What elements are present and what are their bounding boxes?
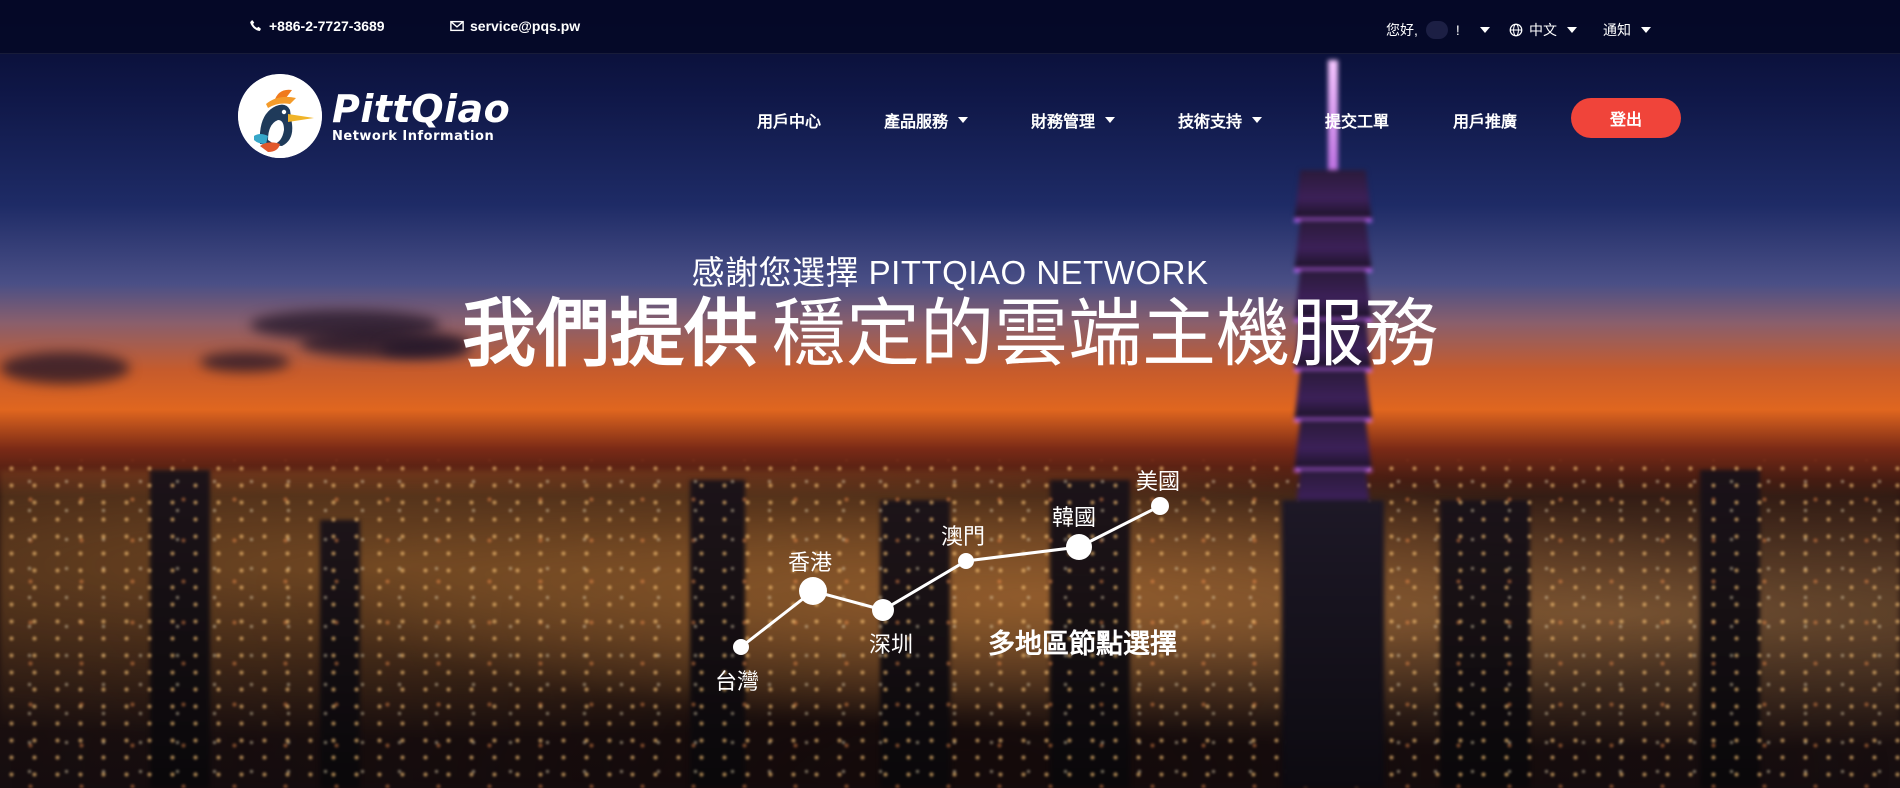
node-dot-macau <box>958 553 974 569</box>
node-label-hongkong: 香港 <box>788 550 833 575</box>
node-dot-korea <box>1066 534 1092 560</box>
node-label-taiwan: 台灣 <box>715 669 760 694</box>
node-dot-hongkong <box>799 577 827 605</box>
node-dot-taiwan <box>733 639 749 655</box>
node-label-usa: 美國 <box>1136 469 1181 494</box>
node-dot-usa <box>1151 497 1169 515</box>
node-label-shenzhen: 深圳 <box>869 632 914 657</box>
node-label-korea: 韓國 <box>1052 505 1097 530</box>
node-label-macau: 澳門 <box>941 524 986 549</box>
nodes-caption: 多地區節點選擇 <box>988 629 1177 659</box>
node-dot-shenzhen <box>872 599 894 621</box>
node-map-graphic <box>733 497 1169 655</box>
